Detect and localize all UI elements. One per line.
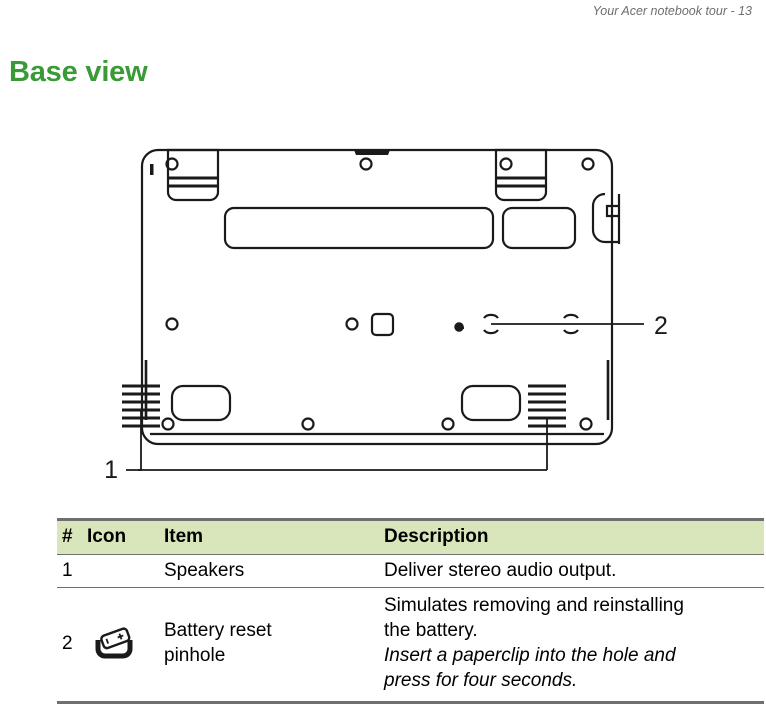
row-icon xyxy=(87,587,164,704)
notebook-base-view-figure: 1 2 xyxy=(96,128,676,498)
screw-hole xyxy=(441,417,455,431)
rubber-foot-top-left xyxy=(166,148,220,202)
description-line: Simulates removing and reinstalling xyxy=(384,595,684,616)
battery-reset-pinhole-marker xyxy=(454,322,464,332)
right-edge-latch xyxy=(591,192,621,244)
table-row: 2 Battery reset pinhole Simulates removi… xyxy=(57,587,764,704)
screw-hole xyxy=(499,157,513,171)
rubber-foot-bottom-left xyxy=(170,384,232,422)
callout-number-1: 1 xyxy=(104,456,118,484)
sensor-mark xyxy=(150,164,154,175)
column-header-number: # xyxy=(57,518,87,555)
battery-reset-pinhole-icon xyxy=(95,627,133,659)
pinhole-ring-left-bottom xyxy=(483,329,499,335)
description-line-italic: Insert a paperclip into the hole and xyxy=(384,645,676,666)
item-line: Battery reset xyxy=(164,620,272,641)
row-description: Simulates removing and reinstalling the … xyxy=(384,587,764,704)
base-view-illustration: 1 2 xyxy=(104,148,668,484)
description-line: Deliver stereo audio output. xyxy=(384,560,617,581)
table-row: 1 Speakers Deliver stereo audio output. xyxy=(57,554,764,588)
row-description: Deliver stereo audio output. xyxy=(384,554,764,588)
row-icon-empty xyxy=(87,554,164,588)
pinhole-ring-right-bottom xyxy=(563,329,579,335)
screw-hole xyxy=(161,417,175,431)
pinhole-ring-left-top xyxy=(483,313,499,319)
running-header: Your Acer notebook tour - 13 xyxy=(592,4,752,18)
description-line: the battery. xyxy=(384,620,478,641)
screw-hole xyxy=(165,317,179,331)
screw-hole xyxy=(345,317,359,331)
callout-number-2: 2 xyxy=(654,312,668,340)
column-header-icon: Icon xyxy=(87,518,164,555)
components-table: # Icon Item Description 1 Speakers Deliv… xyxy=(57,518,764,704)
row-item-name: Speakers xyxy=(164,554,384,588)
service-panel-small xyxy=(501,206,577,250)
chassis-outline xyxy=(140,148,614,446)
item-line: pinhole xyxy=(164,645,226,666)
rubber-foot-bottom-right xyxy=(460,384,522,422)
row-item-name: Battery reset pinhole xyxy=(164,587,384,704)
column-header-item: Item xyxy=(164,518,384,555)
row-number: 1 xyxy=(57,554,87,588)
screw-hole xyxy=(301,417,315,431)
top-center-mark xyxy=(354,150,390,155)
table-header-row: # Icon Item Description xyxy=(57,518,764,555)
rubber-foot-top-right xyxy=(494,148,548,202)
column-header-description: Description xyxy=(384,518,764,555)
description-line-italic: press for four seconds. xyxy=(384,670,578,691)
pinhole-ring-right-top xyxy=(563,313,579,319)
screw-hole xyxy=(581,157,595,171)
square-port xyxy=(370,312,395,337)
screw-hole xyxy=(359,157,373,171)
page-title: Base view xyxy=(9,56,148,89)
row-number: 2 xyxy=(57,587,87,704)
screw-hole xyxy=(579,417,593,431)
service-panel-long xyxy=(223,206,495,250)
